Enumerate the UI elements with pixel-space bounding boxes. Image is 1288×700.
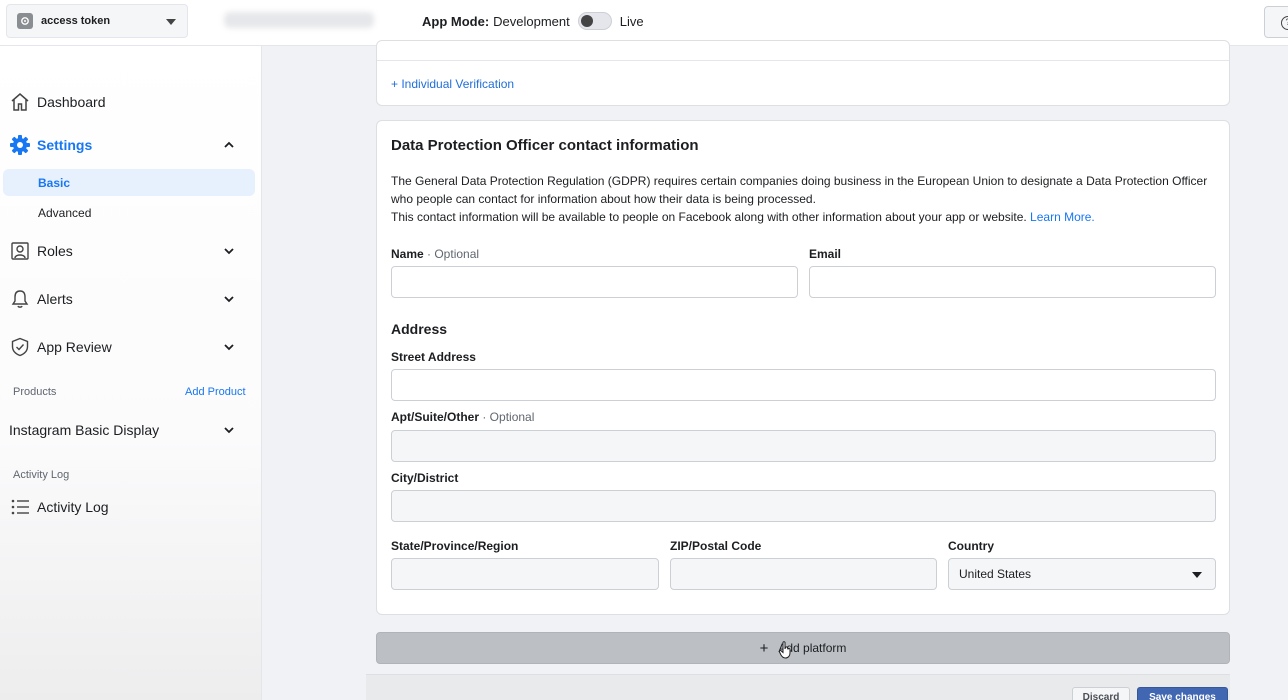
dpo-description: The General Data Protection Regulation (… bbox=[391, 172, 1211, 226]
products-section-label: Products bbox=[13, 386, 57, 398]
individual-verification-link[interactable]: + Individual Verification bbox=[391, 77, 514, 91]
optional-suffix: · Optional bbox=[479, 410, 535, 424]
app-selector-dropdown[interactable]: access token bbox=[6, 4, 188, 38]
help-button[interactable]: ? bbox=[1264, 6, 1288, 38]
app-mode-control: App Mode: Development Live bbox=[422, 12, 644, 30]
dpo-desc-line1: The General Data Protection Regulation (… bbox=[391, 174, 1208, 206]
sidebar-item-app-review[interactable]: App Review bbox=[0, 332, 262, 362]
address-title: Address bbox=[391, 321, 448, 337]
sidebar-item-label: Settings bbox=[37, 137, 93, 153]
add-platform-button[interactable]: + Add platform bbox=[376, 632, 1230, 664]
name-input[interactable] bbox=[391, 266, 798, 298]
house-icon bbox=[9, 91, 31, 113]
sidebar-item-instagram-basic-display[interactable]: Instagram Basic Display bbox=[0, 415, 262, 445]
live-label: Live bbox=[619, 13, 644, 29]
sidebar-subitem-label: Basic bbox=[38, 176, 71, 190]
hand-cursor-icon bbox=[778, 641, 791, 659]
dpo-desc-line2: This contact information will be availab… bbox=[391, 210, 1027, 224]
country-value: United States bbox=[959, 567, 1032, 581]
state-input[interactable] bbox=[391, 558, 659, 590]
verification-card: + Individual Verification bbox=[376, 40, 1230, 106]
sidebar-item-dashboard[interactable]: Dashboard bbox=[0, 87, 262, 117]
gear-icon bbox=[9, 134, 31, 156]
apt-input[interactable] bbox=[391, 430, 1216, 462]
name-label: Name · Optional bbox=[391, 247, 479, 261]
shield-check-icon bbox=[9, 336, 31, 358]
city-label: City/District bbox=[391, 471, 459, 485]
sidebar-subitem-label: Advanced bbox=[38, 206, 92, 220]
sidebar-item-label: Instagram Basic Display bbox=[9, 422, 160, 438]
sidebar-item-label: Alerts bbox=[37, 291, 73, 307]
caret-down-icon bbox=[166, 19, 176, 25]
country-label: Country bbox=[948, 539, 994, 553]
sidebar-item-label: Dashboard bbox=[37, 94, 106, 110]
divider bbox=[377, 60, 1229, 61]
sidebar-item-alerts[interactable]: Alerts bbox=[0, 284, 262, 314]
email-label: Email bbox=[809, 247, 842, 261]
sidebar-item-roles[interactable]: Roles bbox=[0, 236, 262, 266]
sidebar-item-label: App Review bbox=[37, 339, 112, 355]
discard-button[interactable]: Discard bbox=[1072, 687, 1130, 700]
sidebar: Dashboard Settings Basic Advanced Roles … bbox=[0, 46, 262, 700]
sidebar-item-activity-log[interactable]: Activity Log bbox=[0, 492, 262, 522]
country-select[interactable]: United States bbox=[948, 558, 1216, 590]
sidebar-subitem-advanced[interactable]: Advanced bbox=[3, 199, 255, 226]
apt-label-text: Apt/Suite/Other bbox=[391, 410, 480, 424]
street-address-input[interactable] bbox=[391, 369, 1216, 401]
email-input[interactable] bbox=[809, 266, 1216, 298]
chevron-up-icon[interactable] bbox=[222, 138, 236, 152]
dpo-title: Data Protection Officer contact informat… bbox=[391, 137, 699, 154]
chevron-down-icon[interactable] bbox=[222, 292, 236, 306]
roles-icon bbox=[9, 240, 31, 262]
chevron-down-icon[interactable] bbox=[222, 244, 236, 258]
app-mode-label: App Mode: bbox=[422, 13, 490, 29]
dpo-card: Data Protection Officer contact informat… bbox=[376, 120, 1230, 615]
list-icon bbox=[9, 496, 31, 518]
add-product-link[interactable]: Add Product bbox=[185, 386, 246, 398]
plus-icon: + bbox=[759, 639, 769, 657]
app-mode-toggle[interactable] bbox=[577, 12, 612, 30]
street-address-label: Street Address bbox=[391, 350, 476, 364]
blurred-app-id bbox=[224, 12, 374, 28]
learn-more-link[interactable]: Learn More. bbox=[1030, 210, 1095, 224]
chevron-down-icon[interactable] bbox=[222, 423, 236, 437]
app-mode-value: Development bbox=[493, 13, 570, 29]
sidebar-item-label: Roles bbox=[37, 243, 73, 259]
save-changes-button[interactable]: Save changes bbox=[1137, 687, 1228, 700]
app-gear-icon bbox=[17, 13, 33, 29]
zip-input[interactable] bbox=[670, 558, 937, 590]
bell-icon bbox=[9, 288, 31, 310]
apt-label: Apt/Suite/Other · Optional bbox=[391, 410, 534, 424]
question-icon: ? bbox=[1281, 16, 1288, 30]
sidebar-item-settings[interactable]: Settings bbox=[0, 130, 262, 160]
save-bar: Discard Save changes bbox=[366, 674, 1230, 700]
caret-down-icon bbox=[1192, 572, 1202, 578]
main-content: + Individual Verification Data Protectio… bbox=[262, 40, 1288, 700]
city-input[interactable] bbox=[391, 490, 1216, 522]
sidebar-item-label: Activity Log bbox=[37, 499, 109, 515]
name-label-text: Name bbox=[391, 247, 424, 261]
state-label: State/Province/Region bbox=[391, 539, 519, 553]
activity-log-section-label: Activity Log bbox=[13, 469, 70, 481]
optional-suffix: · Optional bbox=[423, 247, 480, 261]
zip-label: ZIP/Postal Code bbox=[670, 539, 762, 553]
chevron-down-icon[interactable] bbox=[222, 340, 236, 354]
app-name: access token bbox=[41, 15, 111, 27]
toggle-knob bbox=[580, 15, 593, 27]
sidebar-subitem-basic[interactable]: Basic bbox=[3, 169, 255, 196]
